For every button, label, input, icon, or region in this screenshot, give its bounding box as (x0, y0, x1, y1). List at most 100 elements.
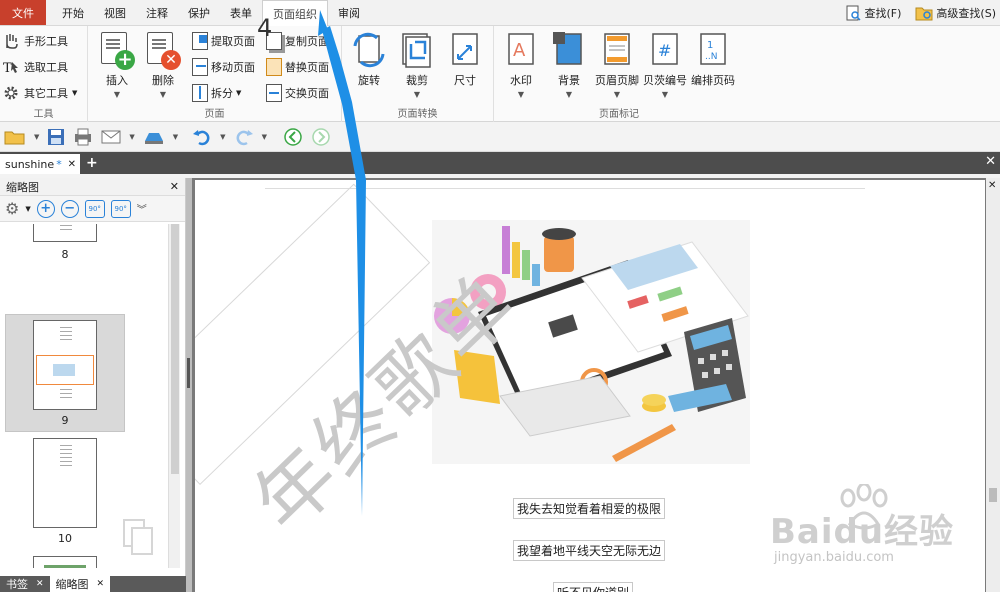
swap-page-label: 交换页面 (285, 87, 329, 100)
thumbnail-page-number: 9 (61, 414, 69, 427)
rotate-right-icon[interactable]: 90° (110, 199, 131, 218)
delete-page-button[interactable]: ✕ 删除 ▼ (140, 30, 186, 99)
split-button[interactable]: 拆分 ▼ (192, 84, 241, 102)
thumbnail-page[interactable] (33, 224, 97, 242)
page-number-button[interactable]: 1 ..N 编排页码 (690, 30, 736, 88)
watermark-button[interactable]: A 水印 ▼ (498, 30, 544, 99)
chevron-down-icon[interactable]: ▼ (173, 133, 178, 141)
background-label: 背景 (558, 74, 580, 87)
zoom-out-icon[interactable]: − (60, 199, 79, 218)
document-tab[interactable]: sunshine * ✕ (0, 154, 80, 174)
rotate-button[interactable]: 旋转 (346, 30, 392, 88)
chevron-down-icon[interactable]: ▼ (220, 133, 225, 141)
chevron-down-icon: ▼ (236, 89, 242, 97)
chevron-down-icon: ▼ (159, 90, 167, 99)
close-icon[interactable]: ✕ (68, 159, 76, 170)
new-tab-icon[interactable]: + (86, 155, 98, 171)
close-icon[interactable]: ✕ (36, 579, 44, 589)
background-button[interactable]: 背景 ▼ (546, 30, 592, 99)
copy-page-button[interactable]: 复制页面 (266, 32, 329, 50)
svg-text:1: 1 (707, 40, 713, 51)
thumbnail-image (36, 355, 94, 385)
chevron-down-icon[interactable]: ▼ (262, 133, 267, 141)
save-icon[interactable] (47, 128, 65, 146)
chevron-down-icon[interactable]: ▼ (25, 205, 30, 213)
menu-form[interactable]: 表单 (220, 0, 262, 25)
undo-icon[interactable] (192, 128, 212, 146)
advanced-find-button[interactable]: 高级查找(S) (915, 4, 996, 22)
baidu-logo-text: Baidu经验 (770, 512, 955, 552)
extract-page-button[interactable]: 提取页面 (192, 32, 255, 50)
header-footer-label: 页眉页脚 (595, 74, 639, 87)
size-button[interactable]: 尺寸 (442, 30, 488, 88)
tab-thumbnails-label: 缩略图 (55, 578, 89, 591)
modified-mark: * (56, 157, 62, 171)
transform-group: 旋转 裁剪 ▼ 尺寸 页面转换 (342, 26, 494, 122)
copy-page-label: 复制页面 (285, 35, 329, 48)
back-icon[interactable] (283, 127, 303, 147)
thumbnail-page-number: 8 (61, 248, 69, 261)
insert-page-button[interactable]: + 插入 ▼ (94, 30, 140, 99)
thumbnail-page[interactable] (33, 438, 97, 528)
move-page-button[interactable]: 移动页面 (192, 58, 255, 76)
close-icon[interactable]: ✕ (97, 579, 105, 589)
document-text-line: 我失去知觉看着相爱的极限 (513, 498, 666, 519)
header-footer-button[interactable]: 页眉页脚 ▼ (594, 30, 640, 99)
open-folder-icon[interactable] (4, 128, 26, 146)
select-tool-button[interactable]: T 选取工具 (2, 58, 68, 76)
gear-icon (4, 86, 18, 100)
print-icon[interactable] (73, 128, 93, 146)
menu-home[interactable]: 开始 (52, 0, 94, 25)
close-icon[interactable]: ✕ (170, 180, 179, 193)
menu-review[interactable]: 审阅 (328, 0, 370, 25)
insert-label: 插入 (106, 74, 128, 87)
menu-file[interactable]: 文件 (0, 0, 46, 25)
hand-tool-button[interactable]: 手形工具 (2, 32, 68, 50)
chevron-down-icon[interactable]: ▼ (34, 133, 39, 141)
thumbnail-scrollbar[interactable] (168, 224, 180, 568)
close-icon[interactable]: ✕ (985, 154, 996, 169)
email-icon[interactable] (101, 129, 121, 145)
thumbnail-toolbar: ⚙ ▼ + − 90° 90° ︾ (0, 196, 185, 222)
crop-button[interactable]: 裁剪 ▼ (394, 30, 440, 99)
swap-page-icon (266, 84, 282, 102)
page-mark-group-label: 页面标记 (599, 109, 639, 120)
forward-icon[interactable] (311, 127, 331, 147)
watermark-icon: A (503, 30, 539, 70)
document-text-line: 听不见你道别 (553, 582, 634, 592)
swap-page-button[interactable]: 交换页面 (266, 84, 329, 102)
extract-page-icon (192, 32, 208, 50)
ribbon: 手形工具 T 选取工具 其它工具 ▼ 工具 + 插入 ▼ ✕ 删除 ▼ 提取页面… (0, 26, 1000, 122)
document-text-line: 我望着地平线天空无际无边 (513, 540, 666, 561)
close-icon[interactable]: ✕ (988, 180, 996, 191)
thumbnail-panel: 缩略图 ✕ ⚙ ▼ + − 90° 90° ︾ 8 9 10 书签 ✕ 缩略图 … (0, 178, 186, 592)
zoom-in-icon[interactable]: + (36, 199, 55, 218)
chevron-down-icon[interactable]: ▼ (129, 133, 134, 141)
menu-comment[interactable]: 注释 (136, 0, 178, 25)
rotate-left-icon[interactable]: 90° (84, 199, 105, 218)
tools-group-label: 工具 (33, 109, 54, 120)
tab-bookmarks[interactable]: 书签 ✕ (0, 576, 50, 592)
find-button[interactable]: 查找(F) (844, 4, 902, 22)
scanner-icon[interactable] (143, 129, 165, 145)
bates-number-button[interactable]: # 贝茨编号 ▼ (642, 30, 688, 99)
size-label: 尺寸 (454, 74, 476, 87)
delete-page-icon: ✕ (145, 30, 181, 70)
redo-icon[interactable] (234, 128, 254, 146)
other-tools-button[interactable]: 其它工具 ▼ (2, 84, 77, 102)
find-label: 查找(F) (864, 7, 902, 20)
menu-protect[interactable]: 保护 (178, 0, 220, 25)
options-gear-icon[interactable]: ⚙ (5, 199, 19, 218)
tab-thumbnails[interactable]: 缩略图 ✕ (49, 576, 111, 592)
double-chevron-down-icon[interactable]: ︾ (137, 201, 147, 216)
menu-view[interactable]: 视图 (94, 0, 136, 25)
chevron-down-icon: ▼ (113, 90, 121, 99)
thumbnail-page[interactable] (33, 556, 97, 568)
thumbnail-panel-header: 缩略图 ✕ (0, 178, 185, 196)
replace-page-button[interactable]: 替换页面 (266, 58, 329, 76)
chevron-down-icon: ▼ (565, 90, 573, 99)
quick-access-toolbar: ▼ ▼ ▼ ▼ ▼ (0, 122, 1000, 152)
chevron-down-icon: ▼ (517, 90, 525, 99)
replace-page-icon (266, 58, 282, 76)
thumbnail-page-selected[interactable] (33, 320, 97, 410)
